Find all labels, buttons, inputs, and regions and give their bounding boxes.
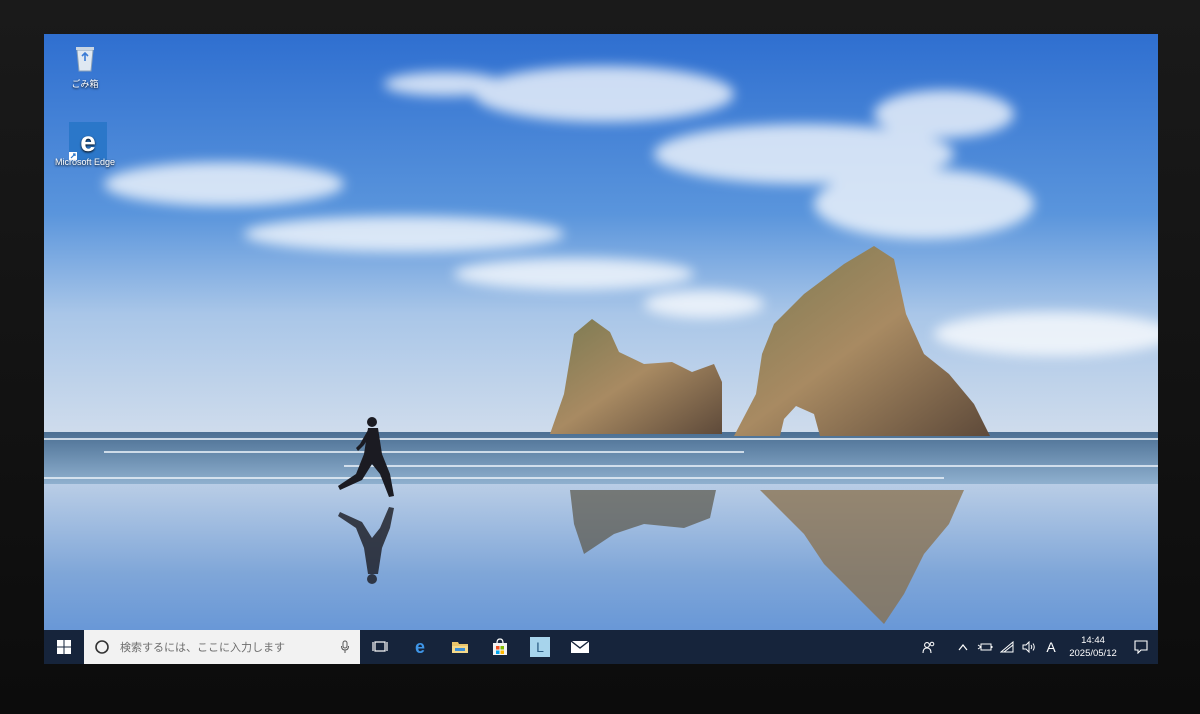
- app-l-letter: L: [536, 639, 544, 655]
- people-icon: [922, 641, 935, 654]
- mail-icon: [570, 640, 590, 653]
- desktop-icon-recycle-bin[interactable]: ごみ箱: [45, 42, 125, 90]
- taskbar-mail-button[interactable]: [560, 630, 600, 664]
- network-button[interactable]: [996, 630, 1018, 664]
- taskbar-store-button[interactable]: [480, 630, 520, 664]
- taskbar: 検索するには、ここに入力します e L A 14:44 2025/05/12: [44, 630, 1158, 664]
- wifi-icon: [1000, 641, 1014, 653]
- microphone-icon[interactable]: [340, 640, 350, 654]
- clock[interactable]: 14:44 2025/05/12: [1062, 634, 1124, 660]
- desktop-icon-label: Microsoft Edge: [54, 157, 116, 167]
- battery-plug-icon: [977, 643, 993, 651]
- desktop-screen: ごみ箱 e Microsoft Edge 検索するには、ここに入力します e L…: [44, 34, 1158, 664]
- store-icon: [493, 638, 507, 655]
- notification-icon: [1134, 640, 1148, 654]
- volume-button[interactable]: [1018, 630, 1040, 664]
- desktop-icon-label: ごみ箱: [71, 79, 99, 89]
- people-button[interactable]: [918, 630, 940, 664]
- action-center-button[interactable]: [1124, 630, 1158, 664]
- start-button[interactable]: [44, 630, 84, 664]
- taskbar-app-l-button[interactable]: L: [520, 630, 560, 664]
- edge-icon: e: [415, 638, 425, 656]
- search-placeholder: 検索するには、ここに入力します: [120, 642, 285, 654]
- edge-icon: e: [69, 122, 107, 160]
- show-hidden-icons-button[interactable]: [952, 630, 974, 664]
- speaker-icon: [1022, 641, 1035, 653]
- search-box[interactable]: 検索するには、ここに入力します: [84, 630, 360, 664]
- svg-text:e: e: [80, 126, 96, 157]
- wallpaper: [44, 34, 1158, 664]
- app-l-icon: L: [530, 637, 550, 657]
- taskbar-edge-button[interactable]: e: [400, 630, 440, 664]
- ime-indicator[interactable]: A: [1040, 630, 1062, 664]
- clock-date: 2025/05/12: [1069, 648, 1117, 659]
- cortana-circle-icon: [95, 640, 109, 654]
- chevron-up-icon: [958, 644, 968, 651]
- desktop-icon-edge[interactable]: e Microsoft Edge: [45, 122, 125, 167]
- recycle-bin-icon: [69, 42, 101, 74]
- svg-text:e: e: [415, 638, 425, 656]
- task-view-button[interactable]: [360, 630, 400, 664]
- clock-time: 14:44: [1081, 635, 1105, 646]
- battery-button[interactable]: [974, 630, 996, 664]
- system-tray: A 14:44 2025/05/12: [918, 630, 1158, 664]
- taskbar-file-explorer-button[interactable]: [440, 630, 480, 664]
- ime-indicator-label: A: [1046, 639, 1056, 655]
- file-explorer-icon: [452, 642, 468, 653]
- task-view-icon: [372, 641, 388, 652]
- windows-logo-icon: [57, 640, 71, 654]
